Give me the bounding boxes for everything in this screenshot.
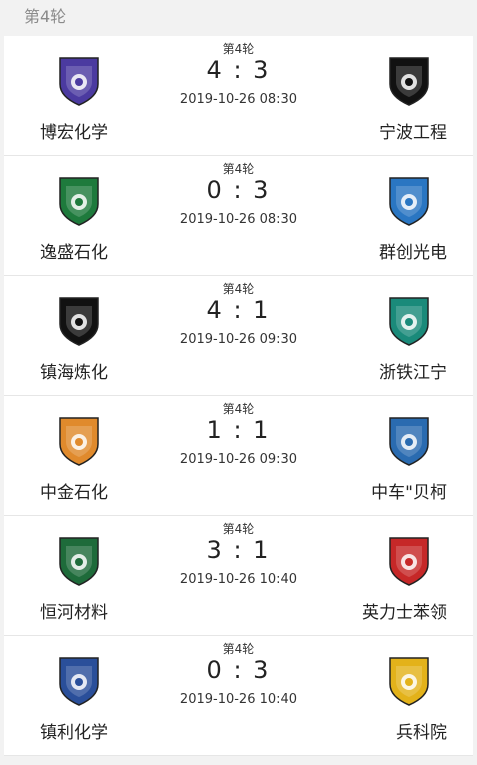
match-row[interactable]: 镇利化学 第4轮 0 : 3 2019-10-26 10:40 兵科院 xyxy=(4,636,473,756)
home-team-name: 恒河材料 xyxy=(40,603,108,623)
greenplayer-shield-icon xyxy=(386,534,432,586)
home-team-name: 逸盛石化 xyxy=(40,243,108,263)
match-row[interactable]: 逸盛石化 第4轮 0 : 3 2019-10-26 08:30 群创光电 xyxy=(4,156,473,276)
home-team-name: 镇利化学 xyxy=(40,723,108,743)
match-row[interactable]: 镇海炼化 第4轮 4 : 1 2019-10-26 09:30 浙铁江宁 xyxy=(4,276,473,396)
away-team-name: 群创光电 xyxy=(379,243,447,263)
away-team-name: 英力士苯领 xyxy=(362,603,447,623)
home-team-name: 中金石化 xyxy=(40,483,108,503)
striker-crest-icon xyxy=(386,54,432,106)
match-row[interactable]: 中金石化 第4轮 1 : 1 2019-10-26 09:30 中车"贝柯 xyxy=(4,396,473,516)
away-team-name: 中车"贝柯 xyxy=(371,483,447,503)
match-row[interactable]: 恒河材料 第4轮 3 : 1 2019-10-26 10:40 英力士苯领 xyxy=(4,516,473,636)
football-team-crest-icon xyxy=(386,414,432,466)
leopard-crest-icon xyxy=(386,294,432,346)
match-row[interactable]: 博宏化学 第4轮 4 : 3 2019-10-26 08:30 宁波工程 xyxy=(4,36,473,156)
away-team-name: 宁波工程 xyxy=(379,123,447,143)
home-team-name: 博宏化学 xyxy=(40,123,108,143)
home-team-name: 镇海炼化 xyxy=(40,363,108,383)
match-list: 博宏化学 第4轮 4 : 3 2019-10-26 08:30 宁波工程 逸盛石… xyxy=(0,36,477,756)
round-section-header: 第4轮 xyxy=(0,0,477,36)
dream-team-crest-icon xyxy=(386,654,432,706)
away-team-name: 兵科院 xyxy=(396,723,447,743)
away-team-name: 浙铁江宁 xyxy=(379,363,447,383)
innolux-crest-icon xyxy=(386,174,432,226)
